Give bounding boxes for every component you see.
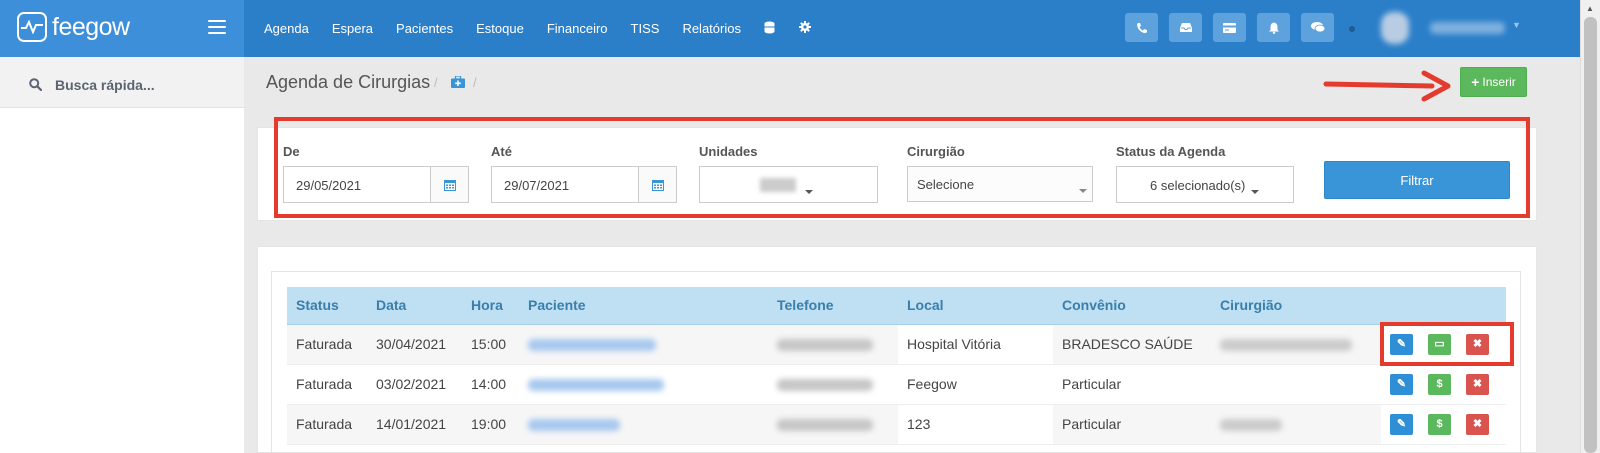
status-dot — [1349, 26, 1355, 32]
cell-phone-blurred — [768, 364, 898, 405]
table-header-row: Status Data Hora Paciente Telefone Local… — [287, 287, 1506, 325]
inbox-icon[interactable] — [1169, 13, 1202, 42]
chevron-down-icon[interactable]: ▼ — [1512, 20, 1521, 30]
brand-name[interactable]: feegow — [52, 13, 130, 42]
cell-surgeon-blurred — [1211, 324, 1381, 365]
nav-espera[interactable]: Espera — [332, 21, 373, 36]
nav-agenda[interactable]: Agenda — [264, 21, 309, 36]
bell-icon[interactable] — [1257, 13, 1290, 42]
table-row[interactable]: Faturada 14/01/2021 19:00 123 Particular… — [287, 404, 1506, 445]
cell-insurance: Particular — [1053, 404, 1211, 445]
cell-date: 30/04/2021 — [367, 324, 462, 365]
col-patient[interactable]: Paciente — [519, 287, 768, 325]
money-icon[interactable]: $ — [1428, 413, 1451, 435]
cell-insurance: BRADESCO SAÚDE — [1053, 324, 1211, 365]
cell-date: 03/02/2021 — [367, 364, 462, 405]
annotation-arrow — [1323, 70, 1451, 102]
nav-financeiro[interactable]: Financeiro — [547, 21, 608, 36]
cell-patient-blurred[interactable] — [519, 364, 768, 405]
search-icon — [29, 78, 43, 94]
scrollbar-thumb[interactable] — [1584, 17, 1597, 453]
col-surgeon[interactable]: Cirurgião — [1211, 287, 1381, 325]
search-input[interactable]: Busca rápida... — [55, 77, 155, 93]
user-name-blurred[interactable] — [1430, 22, 1505, 34]
feegow-logo-icon[interactable] — [17, 12, 47, 42]
cell-local: Hospital Vitória — [898, 324, 1053, 365]
nav-pacientes[interactable]: Pacientes — [396, 21, 453, 36]
cell-surgeon — [1211, 364, 1381, 405]
database-icon[interactable] — [764, 21, 775, 37]
chat-icon[interactable] — [1301, 13, 1334, 42]
vertical-scrollbar[interactable]: ▲ — [1580, 0, 1600, 453]
scroll-up-arrow-icon[interactable]: ▲ — [1586, 4, 1594, 13]
cell-status: Faturada — [287, 324, 367, 365]
insert-button[interactable]: + Inserir — [1460, 67, 1527, 97]
col-time[interactable]: Hora — [462, 287, 519, 325]
insert-label: Inserir — [1482, 75, 1516, 89]
col-local[interactable]: Local — [898, 287, 1053, 325]
col-insurance[interactable]: Convênio — [1053, 287, 1211, 325]
sidebar: Busca rápida... — [0, 57, 244, 453]
col-date[interactable]: Data — [367, 287, 462, 325]
cell-surgeon-blurred — [1211, 404, 1381, 445]
table-row[interactable]: Faturada 30/04/2021 15:00 Hospital Vitór… — [287, 324, 1506, 365]
cell-status: Faturada — [287, 404, 367, 445]
medical-case-icon[interactable] — [451, 75, 465, 91]
page-title: Agenda de Cirurgias — [266, 72, 431, 92]
cell-insurance: Particular — [1053, 364, 1211, 405]
card-icon[interactable] — [1213, 13, 1246, 42]
cell-local: 123 — [898, 404, 1053, 445]
nav-relatorios[interactable]: Relatórios — [682, 21, 741, 36]
money-icon[interactable]: $ — [1428, 373, 1451, 395]
nav-tiss[interactable]: TISS — [631, 21, 660, 36]
gear-icon[interactable] — [798, 21, 811, 36]
cell-patient-blurred[interactable] — [519, 324, 768, 365]
col-actions — [1381, 287, 1506, 325]
row-actions: ✎ $ ✖ — [1381, 404, 1506, 445]
phone-icon[interactable] — [1125, 13, 1158, 42]
cell-time: 15:00 — [462, 324, 519, 365]
cell-date: 14/01/2021 — [367, 404, 462, 445]
annotation-box-filters — [274, 117, 1530, 218]
edit-icon[interactable]: ✎ — [1390, 413, 1413, 435]
cell-time: 14:00 — [462, 364, 519, 405]
col-phone[interactable]: Telefone — [768, 287, 898, 325]
edit-icon[interactable]: ✎ — [1390, 373, 1413, 395]
cell-time: 19:00 — [462, 404, 519, 445]
annotation-box-actions — [1380, 322, 1514, 366]
cell-status: Faturada — [287, 364, 367, 405]
logo-area: feegow — [0, 0, 244, 57]
main-nav: Agenda Espera Pacientes Estoque Financei… — [264, 0, 835, 57]
surgery-table: Status Data Hora Paciente Telefone Local… — [287, 287, 1506, 445]
quick-search[interactable]: Busca rápida... — [0, 57, 244, 108]
cell-local: Feegow — [898, 364, 1053, 405]
avatar[interactable] — [1381, 12, 1409, 44]
row-actions: ✎ $ ✖ — [1381, 364, 1506, 405]
breadcrumb-separator: / — [434, 75, 438, 90]
cell-phone-blurred — [768, 404, 898, 445]
cell-phone-blurred — [768, 324, 898, 365]
plus-icon: + — [1471, 74, 1480, 90]
col-status[interactable]: Status — [287, 287, 367, 325]
nav-estoque[interactable]: Estoque — [476, 21, 524, 36]
breadcrumb-separator: / — [473, 75, 477, 90]
cell-patient-blurred[interactable] — [519, 404, 768, 445]
hamburger-menu-icon[interactable] — [208, 20, 226, 34]
top-navbar: feegow Agenda Espera Pacientes Estoque F… — [0, 0, 1580, 57]
table-row[interactable]: Faturada 03/02/2021 14:00 Feegow Particu… — [287, 364, 1506, 405]
close-icon[interactable]: ✖ — [1466, 373, 1489, 395]
header-icon-buttons — [1125, 13, 1345, 42]
close-icon[interactable]: ✖ — [1466, 413, 1489, 435]
